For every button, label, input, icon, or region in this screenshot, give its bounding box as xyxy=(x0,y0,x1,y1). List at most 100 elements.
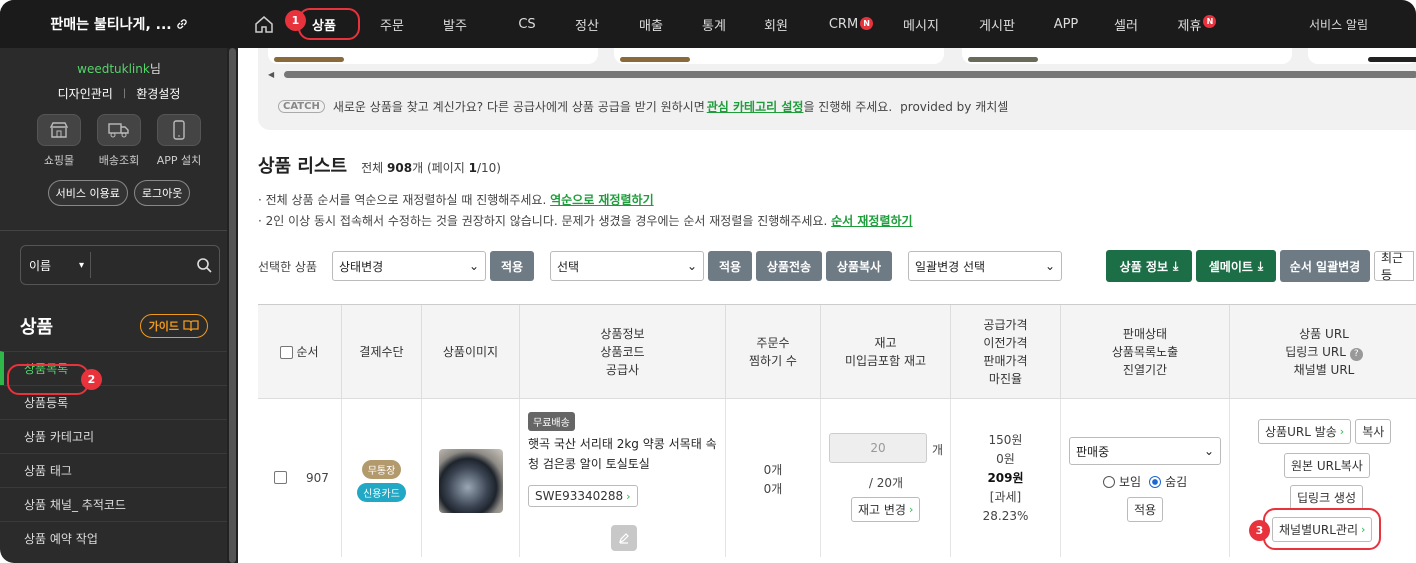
home-icon[interactable] xyxy=(238,15,290,33)
banner-text-after: 을 진행해 주세요. xyxy=(803,100,893,114)
carousel-card[interactable] xyxy=(614,48,944,64)
tab-sales[interactable]: 매출 xyxy=(604,15,698,34)
sidebar-search: 이름 ▾ xyxy=(20,245,220,285)
page-total: /10) xyxy=(476,161,501,175)
select-all-checkbox[interactable] xyxy=(280,345,294,359)
service-fee-button[interactable]: 서비스 이용료 xyxy=(47,180,128,206)
tab-partner[interactable]: 제휴 N xyxy=(1152,14,1242,34)
reorder-link[interactable]: 순서 재정렬하기 xyxy=(831,214,912,228)
stock-change-button[interactable]: 재고 변경 › xyxy=(851,497,921,522)
product-name[interactable]: 햇곡 국산 서리태 2kg 약콩 서목태 속청 검은콩 알이 토실토실 xyxy=(528,434,720,474)
interest-category-link[interactable]: 관심 카테고리 설정 xyxy=(707,100,804,114)
count-value: 908 xyxy=(387,161,413,175)
cell-price: 150원 0원 209원 [과세] 28.23% xyxy=(951,399,1061,557)
chevron-down-icon: ▾ xyxy=(78,259,84,271)
show-radio[interactable] xyxy=(1103,475,1115,488)
tab-order[interactable]: 주문 xyxy=(358,15,426,34)
sale-price: 209원 xyxy=(987,471,1024,485)
product-code-button[interactable]: SWE93340288 › xyxy=(528,485,638,507)
guide-button[interactable]: 가이드 xyxy=(139,314,208,338)
product-copy-button[interactable]: 상품복사 xyxy=(826,251,892,281)
sidebar-scrollbar[interactable] xyxy=(227,48,238,563)
notes: · 전체 상품 순서를 역순으로 재정렬하실 때 진행해주세요. 역순으로 재정… xyxy=(258,190,913,232)
service-alert[interactable]: 서비스 알림 xyxy=(1242,16,1368,33)
carousel-card[interactable] xyxy=(1308,48,1416,64)
cell-order: 907 xyxy=(258,399,342,557)
design-link[interactable]: 디자인관리 xyxy=(58,85,113,102)
header-info: 상품정보 상품코드 공급사 xyxy=(520,305,726,399)
tab-seller[interactable]: 셀러 xyxy=(1100,15,1152,34)
user-id: weedtuklink xyxy=(77,62,150,76)
sidebar-item-product-channel[interactable]: 상품 채널_ 추적코드 xyxy=(0,487,238,521)
catchsell-logo: CATCH xyxy=(278,100,325,113)
provided-by: provided by 캐치셀 xyxy=(900,100,1009,114)
wish-count: 0개 xyxy=(763,482,783,496)
settings-link[interactable]: 환경설정 xyxy=(136,85,180,102)
step-marker-1: 1 xyxy=(285,10,306,31)
tab-crm[interactable]: CRM N xyxy=(822,16,880,32)
carousel-scrollbar[interactable]: ◀ xyxy=(268,70,1416,79)
bulk-select-value: 일괄변경 선택 xyxy=(915,259,986,274)
hide-radio[interactable] xyxy=(1149,475,1162,488)
edit-icon[interactable] xyxy=(611,525,637,551)
button-label: 셀메이트 xyxy=(1208,259,1253,274)
apply-button-2[interactable]: 적용 xyxy=(708,251,752,281)
product-image[interactable] xyxy=(439,449,503,513)
delivery-button[interactable]: 배송조회 xyxy=(97,114,141,168)
sidebar-item-product-tag[interactable]: 상품 태그 xyxy=(0,453,238,487)
tab-purchase[interactable]: 발주 xyxy=(426,15,484,34)
carousel-card[interactable] xyxy=(268,48,598,64)
scrollbar-thumb[interactable] xyxy=(284,71,1416,78)
row-checkbox[interactable] xyxy=(274,471,287,484)
sidebar-item-product-reservation[interactable]: 상품 예약 작업 xyxy=(0,521,238,555)
carousel-card[interactable] xyxy=(962,48,1292,64)
new-badge: N xyxy=(1203,14,1217,28)
header-price: 공급가격 이전가격 판매가격 마진율 xyxy=(951,305,1061,399)
product-info-download-button[interactable]: 상품 정보 ⤓ xyxy=(1106,250,1192,282)
logout-button[interactable]: 로그아웃 xyxy=(133,180,191,206)
status-select-value: 상태변경 xyxy=(339,259,384,274)
download-icon: ⤓ xyxy=(1173,258,1179,273)
help-icon[interactable]: ? xyxy=(1349,348,1363,361)
sale-status-select[interactable]: 판매중 ⌄ xyxy=(1069,437,1221,465)
header-label: 찜하기 수 xyxy=(749,354,797,368)
product-transfer-button[interactable]: 상품전송 xyxy=(756,251,822,281)
tab-app[interactable]: APP xyxy=(1032,17,1100,32)
note-text: · 2인 이상 동시 접속해서 수정하는 것을 권장하지 않습니다. 문제가 생… xyxy=(258,214,828,228)
status-select[interactable]: 상태변경 ⌄ xyxy=(332,251,486,281)
tab-board[interactable]: 게시판 xyxy=(962,15,1032,34)
action-select-value: 선택 xyxy=(557,259,580,274)
app-install-button[interactable]: APP 설치 xyxy=(157,114,201,168)
copy-original-url-button[interactable]: 원본 URL복사 xyxy=(1284,453,1370,478)
search-type-select[interactable]: 이름 ▾ xyxy=(21,252,91,278)
shop-title-bar[interactable]: 판매는 불티나게, ... xyxy=(0,0,238,48)
copy-url-button[interactable]: 복사 xyxy=(1355,419,1392,444)
scroll-left-icon[interactable]: ◀ xyxy=(268,70,274,79)
bulk-order-change-button[interactable]: 순서 일괄변경 xyxy=(1280,250,1370,282)
scrollbar-thumb[interactable] xyxy=(229,48,236,563)
search-icon[interactable] xyxy=(189,257,219,273)
tab-cs[interactable]: CS xyxy=(484,17,570,32)
highlight-ring-product-list xyxy=(7,364,89,395)
send-url-button[interactable]: 상품URL 발송 › xyxy=(1258,419,1352,444)
create-deeplink-button[interactable]: 딥링크 생성 xyxy=(1290,485,1364,510)
reverse-order-link[interactable]: 역순으로 재정렬하기 xyxy=(550,193,654,207)
sellmate-download-button[interactable]: 셀메이트 ⤓ xyxy=(1196,250,1276,282)
recent-select[interactable]: 최근 등 xyxy=(1374,251,1414,282)
apply-button[interactable]: 적용 xyxy=(490,251,534,281)
tab-settlement[interactable]: 정산 xyxy=(570,15,604,34)
status-apply-button[interactable]: 적용 xyxy=(1127,497,1164,522)
stock-input[interactable]: 20 xyxy=(829,433,927,463)
bulk-change-select[interactable]: 일괄변경 선택 ⌄ xyxy=(908,251,1062,281)
tab-message[interactable]: 메시지 xyxy=(880,15,962,34)
shoppingmall-button[interactable]: 쇼핑몰 xyxy=(37,114,81,168)
tab-stats[interactable]: 통계 xyxy=(698,15,730,34)
tab-member[interactable]: 회원 xyxy=(730,15,822,34)
search-type-value: 이름 xyxy=(29,258,52,273)
header-label: 판매상태 xyxy=(1122,327,1168,341)
status-value: 판매중 xyxy=(1076,444,1110,459)
sidebar-item-product-category[interactable]: 상품 카테고리 xyxy=(0,419,238,453)
header-label: 상품정보 xyxy=(600,327,645,341)
action-select[interactable]: 선택 ⌄ xyxy=(550,251,704,281)
supply-price: 150원 xyxy=(988,433,1023,447)
